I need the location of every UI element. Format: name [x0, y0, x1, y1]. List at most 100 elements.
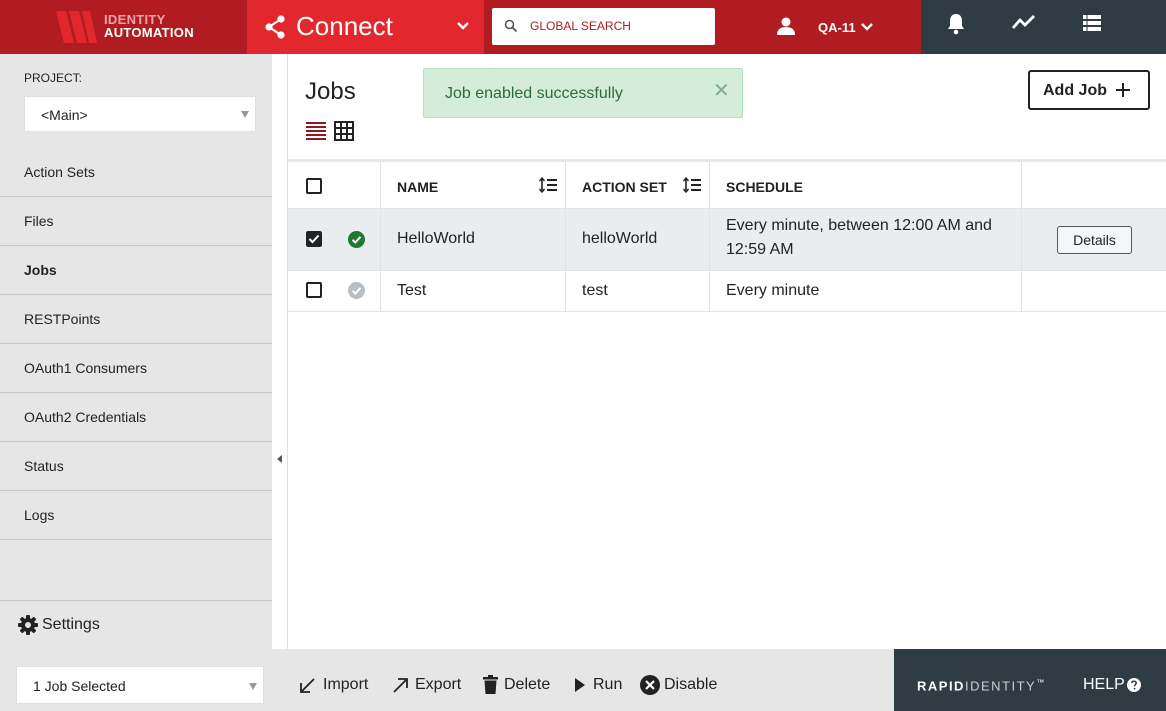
project-select-value: <Main>: [41, 107, 88, 123]
table-row[interactable]: Test test Every minute: [288, 271, 1166, 312]
rapididentity-brand: RAPIDIDENTITY™ HELP: [894, 649, 1166, 711]
row-actions-cell: Details: [1022, 209, 1166, 270]
table-header-row: NAME ACTION SET SCHEDULE: [288, 162, 1166, 209]
select-all-checkbox[interactable]: [306, 178, 322, 194]
app-switcher[interactable]: Connect: [247, 0, 484, 54]
user-icon: [777, 17, 795, 35]
logo-text: IDENTITY AUTOMATION: [104, 13, 194, 39]
header-schedule-cell: SCHEDULE: [710, 162, 1022, 208]
share-icon: [265, 15, 285, 39]
row-checkbox-cell: [288, 209, 338, 270]
logo-line2: AUTOMATION: [104, 25, 194, 40]
sidebar-collapse-handle[interactable]: [272, 54, 288, 649]
import-arrow-icon: [300, 678, 315, 693]
row-action-set-cell: helloWorld: [566, 209, 710, 270]
row-action-set-cell: test: [566, 271, 710, 311]
row-name-cell: Test: [381, 271, 566, 311]
row-status-cell: [338, 209, 381, 270]
delete-button[interactable]: Delete: [483, 675, 553, 695]
selection-select[interactable]: 1 Job Selected: [16, 666, 264, 704]
import-button[interactable]: Import: [299, 675, 373, 695]
utility-bar: [921, 0, 1166, 54]
delete-label: Delete: [504, 676, 551, 693]
export-arrow-icon: [393, 678, 408, 693]
table-row[interactable]: HelloWorld helloWorld Every minute, betw…: [288, 209, 1166, 271]
job-schedule-line1: Every minute, between 12:00 AM and: [726, 217, 992, 234]
list-view-icon[interactable]: [306, 121, 326, 141]
app-title: Connect: [296, 11, 393, 41]
header-action-set-cell[interactable]: ACTION SET: [566, 162, 710, 208]
logo-mark-icon: [56, 11, 97, 43]
activity-icon[interactable]: [1012, 13, 1036, 33]
collapse-arrow-icon: [277, 455, 282, 463]
job-name: Test: [397, 282, 427, 299]
job-action-set: test: [582, 282, 608, 299]
global-search[interactable]: [492, 8, 715, 45]
project-label: PROJECT:: [24, 71, 83, 85]
chevron-down-icon: [457, 22, 469, 30]
enabled-check-circle-icon: [348, 231, 365, 248]
job-name: HelloWorld: [397, 230, 475, 247]
row-checkbox-cell: [288, 271, 338, 311]
settings-link[interactable]: Settings: [0, 600, 272, 649]
grid-view-icon[interactable]: [334, 121, 354, 141]
user-name: QA-11: [818, 20, 856, 35]
column-header-name: NAME: [397, 179, 439, 195]
close-icon[interactable]: ✕: [713, 81, 730, 101]
export-label: Export: [415, 676, 462, 693]
details-button[interactable]: Details: [1057, 226, 1132, 254]
sidebar-item-status[interactable]: Status: [0, 442, 272, 491]
trash-icon: [483, 675, 498, 694]
search-icon: [504, 19, 518, 33]
row-schedule-cell: Every minute, between 12:00 AM and 12:59…: [710, 209, 1022, 270]
sidebar-item-files[interactable]: Files: [0, 197, 272, 246]
header-checkbox-cell: [288, 162, 338, 208]
column-header-schedule: SCHEDULE: [726, 179, 804, 195]
brand-light: IDENTITY: [964, 678, 1037, 694]
add-job-button[interactable]: Add Job: [1028, 70, 1150, 110]
job-schedule-line2: 12:59 AM: [726, 241, 794, 258]
sidebar-item-restpoints[interactable]: RESTPoints: [0, 295, 272, 344]
plus-icon: [1116, 83, 1130, 97]
row-name-cell: HelloWorld: [381, 209, 566, 270]
sort-icon[interactable]: [683, 177, 701, 193]
sidebar-item-action-sets[interactable]: Action Sets: [0, 148, 272, 197]
search-input[interactable]: [530, 14, 705, 38]
toast-message: Job enabled successfully: [445, 85, 623, 102]
success-toast: Job enabled successfully ✕: [423, 68, 743, 118]
jobs-table: NAME ACTION SET SCHEDULE HelloWorld hell…: [288, 159, 1166, 312]
chevron-down-icon: [861, 23, 873, 31]
sidebar-nav: Action Sets Files Jobs RESTPoints OAuth1…: [0, 148, 272, 540]
run-button[interactable]: Run: [574, 675, 624, 695]
column-header-action-set: ACTION SET: [582, 179, 667, 195]
header-status-cell: [338, 162, 381, 208]
header-name-cell[interactable]: NAME: [381, 162, 566, 208]
project-select[interactable]: <Main>: [24, 96, 256, 132]
row-status-cell: [338, 271, 381, 311]
job-schedule-line1: Every minute: [726, 282, 820, 299]
list-icon[interactable]: [1082, 13, 1102, 33]
row-checkbox-checked[interactable]: [306, 231, 322, 247]
sidebar-item-logs[interactable]: Logs: [0, 491, 272, 540]
brand-tm: ™: [1036, 678, 1046, 687]
sidebar-item-oauth2-credentials[interactable]: OAuth2 Credentials: [0, 393, 272, 442]
run-label: Run: [593, 676, 623, 693]
job-action-set: helloWorld: [582, 230, 658, 247]
disabled-check-circle-icon: [348, 282, 365, 299]
row-checkbox[interactable]: [306, 282, 322, 298]
help-link[interactable]: HELP: [1083, 676, 1125, 694]
selection-value: 1 Job Selected: [33, 678, 126, 694]
identity-automation-logo[interactable]: IDENTITY AUTOMATION: [0, 0, 247, 54]
sidebar-item-oauth1-consumers[interactable]: OAuth1 Consumers: [0, 344, 272, 393]
help-icon[interactable]: [1127, 678, 1141, 692]
disable-button[interactable]: Disable: [640, 675, 720, 695]
header-actions-cell: [1022, 162, 1166, 208]
sidebar-item-jobs[interactable]: Jobs: [0, 246, 272, 295]
export-button[interactable]: Export: [392, 675, 464, 695]
play-icon: [575, 678, 585, 692]
sort-icon[interactable]: [539, 177, 557, 193]
settings-label: Settings: [42, 616, 100, 633]
add-job-label: Add Job: [1043, 82, 1107, 99]
bell-icon[interactable]: [946, 13, 966, 35]
bottom-action-bar: 1 Job Selected Import Export Delete Run: [0, 649, 1166, 711]
